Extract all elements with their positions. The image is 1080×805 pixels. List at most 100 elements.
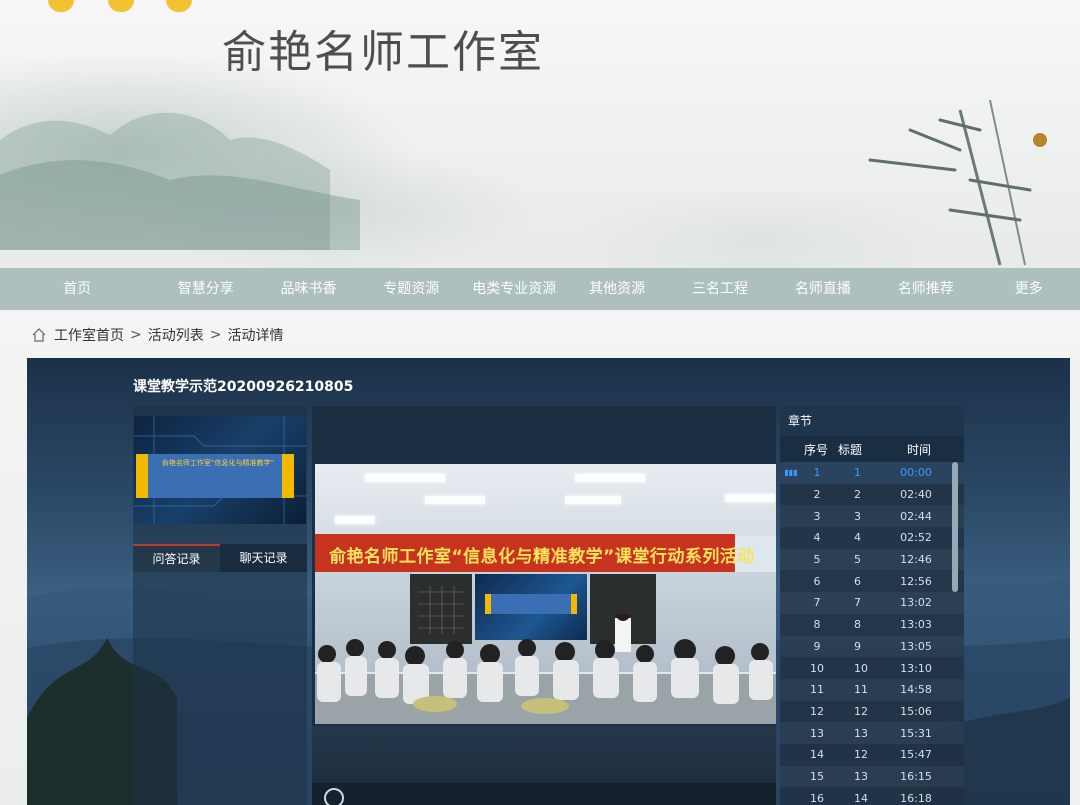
breadcrumb-studio-home[interactable]: 工作室首页	[54, 325, 124, 345]
chapter-title: 11	[854, 683, 868, 697]
flower-decoration	[48, 0, 74, 12]
chapter-row[interactable]: 16 14 16:18	[780, 787, 964, 805]
nav-item-live[interactable]: 名师直播	[771, 268, 874, 310]
chapter-title: 8	[854, 618, 861, 632]
chapter-row[interactable]: 5 5 12:46	[780, 548, 964, 571]
play-button[interactable]	[324, 788, 344, 805]
chapter-title: 7	[854, 596, 861, 610]
chapter-time: 00:00	[900, 466, 932, 480]
chapter-row[interactable]: 15 13 16:15	[780, 765, 964, 788]
chapter-time: 02:44	[900, 509, 932, 523]
chapter-row[interactable]: 6 6 12:56	[780, 570, 964, 593]
header-banner: 俞艳名师工作室	[0, 0, 1080, 268]
nav-item-other-resources[interactable]: 其他资源	[566, 268, 669, 310]
nav-item-recommend[interactable]: 名师推荐	[874, 268, 977, 310]
chapter-time: 15:31	[900, 726, 932, 740]
video-controls	[312, 783, 776, 805]
chapter-index: 9	[813, 639, 821, 653]
chapter-title: 3	[854, 509, 861, 523]
chapter-row[interactable]: 11 11 14:58	[780, 678, 964, 701]
chapter-time: 02:52	[900, 531, 932, 545]
ink-mountains-decoration	[0, 112, 360, 250]
chapter-time: 13:03	[900, 618, 932, 632]
chapter-title: 6	[854, 574, 861, 588]
nav-item-home[interactable]: 首页	[0, 268, 154, 310]
breadcrumb-activity-detail: 活动详情	[227, 328, 284, 344]
chapter-time: 15:47	[900, 748, 932, 762]
chapter-title: 12	[854, 748, 868, 762]
chapter-row[interactable]: 7 7 13:02	[780, 592, 964, 614]
chapter-row[interactable]: 4 4 02:52	[780, 527, 964, 549]
chapter-row[interactable]: 13 13 15:31	[780, 722, 964, 744]
chapter-index: 5	[813, 553, 821, 567]
playing-indicator-icon: ▮▮▮	[784, 468, 798, 478]
chapter-index: 13	[810, 726, 824, 740]
thumbnail-banner-text: 俞艳名师工作室“信息化与精准教学”	[161, 459, 275, 467]
breadcrumb-activity-list[interactable]: 活动列表	[148, 325, 204, 345]
nav-item-wisdom-share[interactable]: 智慧分享	[154, 268, 257, 310]
chapter-scrollbar[interactable]	[952, 462, 958, 592]
breadcrumb-separator: >	[209, 327, 222, 343]
video-player-area: 课堂教学示范20200926210805 俞艳名师工作室“信息化与精准教学” 问…	[27, 358, 1070, 805]
chapter-index: 10	[810, 661, 824, 675]
nav-item-electrical-resources[interactable]: 电类专业资源	[463, 268, 566, 310]
chapter-row[interactable]: 14 12 15:47	[780, 743, 964, 766]
left-panel: 俞艳名师工作室“信息化与精准教学” 问答记录 聊天记录	[133, 406, 307, 805]
nav-item-books[interactable]: 品味书香	[257, 268, 360, 310]
home-icon[interactable]	[32, 328, 46, 342]
chapter-index: 6	[813, 574, 821, 588]
nav-item-more[interactable]: 更多	[977, 268, 1080, 310]
chapter-title: 12	[854, 704, 868, 718]
chapter-row[interactable]: 12 12 15:06	[780, 700, 964, 723]
breadcrumb: 工作室首页 > 活动列表 > 活动详情	[32, 324, 283, 346]
course-thumbnail[interactable]: 俞艳名师工作室“信息化与精准教学”	[134, 416, 306, 524]
nav-item-three-ming[interactable]: 三名工程	[669, 268, 772, 310]
chapter-index: 7	[813, 596, 821, 610]
chapter-row[interactable]: 2 2 02:40	[780, 483, 964, 506]
chapter-time: 14:58	[900, 683, 932, 697]
classroom-banner: 俞艳名师工作室“信息化与精准教学”课堂行动系列活动	[315, 534, 754, 572]
chapter-time: 12:56	[900, 574, 932, 588]
chapter-index: 1	[813, 466, 821, 480]
record-tabs: 问答记录 聊天记录	[133, 544, 307, 572]
column-title: 标题	[838, 442, 863, 457]
video-player[interactable]: 俞艳名师工作室“信息化与精准教学”课堂行动系列活动	[312, 406, 776, 805]
video-frame[interactable]: 俞艳名师工作室“信息化与精准教学”课堂行动系列活动	[315, 464, 776, 724]
chapter-index: 16	[810, 791, 824, 805]
column-index: 序号	[803, 442, 828, 457]
chapter-time: 16:18	[900, 791, 932, 805]
breadcrumb-separator: >	[130, 327, 142, 343]
chapter-heading: 章节	[780, 406, 964, 436]
chapter-title: 4	[854, 531, 861, 545]
chapter-index: 2	[813, 488, 821, 502]
chapter-index: 14	[810, 748, 824, 762]
chapter-time: 13:02	[900, 596, 932, 610]
chapter-index: 11	[810, 683, 824, 697]
chapter-row[interactable]: 10 10 13:10	[780, 657, 964, 679]
chapter-columns: 序号 标题 时间	[780, 436, 964, 462]
main-nav: 首页 智慧分享 品味书香 专题资源 电类专业资源 其他资源 三名工程 名师直播 …	[0, 268, 1080, 310]
chapter-title: 5	[854, 553, 861, 567]
video-title: 课堂教学示范20200926210805	[133, 379, 354, 395]
chapter-time: 16:15	[900, 769, 932, 783]
nav-item-topic-resources[interactable]: 专题资源	[360, 268, 463, 310]
bamboo-decoration	[868, 100, 1047, 266]
chapter-index: 12	[810, 704, 824, 718]
chapter-title: 13	[854, 726, 868, 740]
chapter-index: 4	[813, 531, 821, 545]
classroom-banner-text: 俞艳名师工作室“信息化与精准教学”课堂行动系列活动	[329, 547, 755, 567]
chapter-row[interactable]: 9 9 13:05	[780, 635, 964, 658]
chapter-row[interactable]: ▮▮▮ 1 1 00:00	[780, 462, 964, 484]
chapter-title: 14	[854, 791, 868, 805]
chapter-row[interactable]: 8 8 13:03	[780, 613, 964, 636]
flower-decoration	[166, 0, 192, 12]
tab-chat-record[interactable]: 聊天记录	[220, 544, 307, 572]
column-time: 时间	[906, 442, 931, 457]
chapter-panel: 章节 序号 标题 时间 ▮▮▮ 1 1 00:00 2 2 02:40 3 3 02:44 4 4 02…	[780, 406, 964, 805]
tab-qa-record[interactable]: 问答记录	[133, 544, 220, 572]
chapter-index: 3	[813, 509, 821, 523]
chapter-time: 12:46	[900, 553, 932, 567]
chapter-time: 15:06	[900, 704, 932, 718]
chapter-row[interactable]: 3 3 02:44	[780, 505, 964, 528]
site-title: 俞艳名师工作室	[222, 27, 544, 78]
